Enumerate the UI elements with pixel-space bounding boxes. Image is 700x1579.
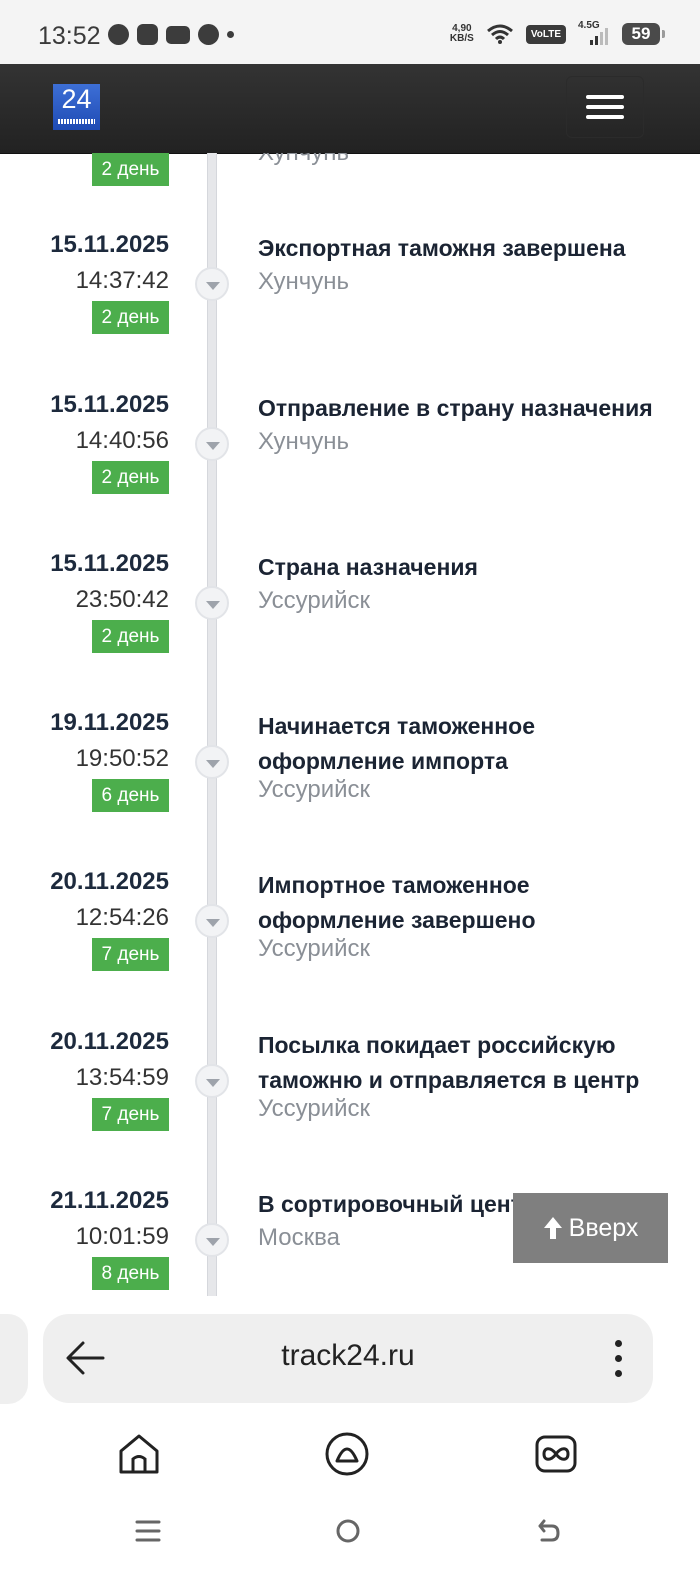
event-date: 21.11.2025 [50, 1187, 169, 1214]
event-location: Москва [258, 1224, 340, 1251]
event-time: 13:54:59 [75, 1064, 169, 1091]
more-menu-icon[interactable] [615, 1340, 623, 1380]
chevron-down-icon[interactable] [195, 745, 229, 779]
system-indicators: 4,90 KB/S VoLTE 4.5G 59 [449, 20, 665, 46]
chevron-down-icon[interactable] [195, 904, 229, 938]
timeline-event: 20.11.2025 13:54:59 7 день Посылка покид… [0, 1028, 700, 1178]
volte-badge: VoLTE [525, 24, 566, 44]
event-status: Начинается таможенное оформление импорта [258, 713, 535, 774]
timeline-event: 15.11.2025 23:50:42 2 день Страна назнач… [0, 550, 700, 700]
back-icon[interactable] [532, 1516, 562, 1546]
event-time: 14:37:42 [75, 267, 169, 294]
event-time: 10:01:59 [75, 1223, 169, 1250]
status-bar: 13:52 4,90 KB/S VoLTE 4.5G 59 [0, 0, 700, 64]
event-location: Уссурийск [258, 935, 371, 962]
url-text[interactable]: track24.ru [43, 1339, 653, 1373]
notification-icons [108, 24, 234, 45]
timeline-event: 20.11.2025 12:54:26 7 день Импортное там… [0, 868, 700, 1018]
event-status: Страна назначения [258, 554, 478, 580]
event-location: Уссурийск [258, 587, 371, 614]
message-icon [108, 24, 129, 45]
event-location: Хунчунь [258, 428, 349, 455]
more-notifications-icon [227, 31, 234, 38]
home-circle-icon[interactable] [333, 1516, 363, 1546]
event-time: 12:54:26 [75, 904, 169, 931]
event-location: Уссурийск [258, 1095, 371, 1122]
event-location: Хунчунь [258, 153, 349, 167]
event-status: Отправление в страну назначения [258, 395, 653, 421]
timeline-event: 19.11.2025 19:50:52 6 день Начинается та… [0, 709, 700, 859]
signal-indicator: 4.5G [578, 20, 610, 46]
event-date: 15.11.2025 [50, 231, 169, 258]
scroll-top-button[interactable]: Вверх [513, 1193, 668, 1263]
hamburger-menu-button[interactable] [566, 76, 644, 138]
address-bar[interactable]: track24.ru [43, 1314, 653, 1403]
site-logo[interactable]: 24 [53, 84, 100, 130]
signal-icon [590, 28, 608, 45]
shazam-icon [198, 24, 219, 45]
day-badge: 7 день [92, 938, 169, 971]
chevron-down-icon[interactable] [195, 586, 229, 620]
chevron-down-icon[interactable] [195, 1223, 229, 1257]
recent-apps-icon[interactable] [133, 1516, 163, 1546]
site-header: 24 [0, 64, 700, 154]
event-location: Хунчунь [258, 268, 349, 295]
menu-line-icon [586, 115, 624, 119]
event-time: 14:40:56 [75, 427, 169, 454]
chevron-down-icon[interactable] [195, 1064, 229, 1098]
event-time: 23:50:42 [75, 586, 169, 613]
day-badge: 2 день [92, 620, 169, 653]
youtube-icon [166, 25, 190, 44]
event-date: 20.11.2025 [50, 1028, 169, 1055]
status-time: 13:52 [38, 22, 101, 50]
event-status: Импортное таможенное оформление завершен… [258, 872, 536, 933]
battery-indicator: 59 [622, 23, 665, 45]
event-date: 20.11.2025 [50, 868, 169, 895]
timeline-event: 15.11.2025 14:40:56 2 день Отправление в… [0, 391, 700, 541]
home-icon[interactable] [116, 1431, 162, 1477]
arrow-up-icon [543, 1217, 562, 1239]
wifi-icon [486, 24, 513, 44]
event-date: 15.11.2025 [50, 550, 169, 577]
day-badge: 6 день [92, 779, 169, 812]
day-badge: 8 день [92, 1257, 169, 1290]
scroll-top-label: Вверх [568, 1213, 639, 1242]
timeline-event: 15.11.2025 14:37:42 2 день Экспортная та… [0, 231, 700, 381]
chevron-down-icon[interactable] [195, 427, 229, 461]
timeline-event-partial: 2 день Хунчунь [0, 153, 700, 233]
discord-icon [137, 24, 158, 45]
event-location: Уссурийск [258, 776, 371, 803]
event-time: 19:50:52 [75, 745, 169, 772]
menu-line-icon [586, 105, 624, 109]
tracking-timeline: 2 день Хунчунь 15.11.2025 14:37:42 2 ден… [0, 153, 700, 1313]
event-status: Экспортная таможня завершена [258, 235, 626, 261]
menu-line-icon [586, 95, 624, 99]
event-date: 19.11.2025 [50, 709, 169, 736]
logo-barcode-icon [58, 119, 95, 124]
event-date: 15.11.2025 [50, 391, 169, 418]
chevron-down-icon[interactable] [195, 267, 229, 301]
day-badge: 2 день [92, 461, 169, 494]
event-status: Посылка покидает российскую таможню и от… [258, 1032, 640, 1093]
day-badge: 2 день [92, 301, 169, 334]
tabs-infinity-icon[interactable] [533, 1431, 579, 1477]
day-badge: 2 день [92, 153, 169, 186]
alice-assistant-icon[interactable] [324, 1431, 370, 1477]
day-badge: 7 день [92, 1098, 169, 1131]
network-speed: 4,90 KB/S [449, 23, 474, 44]
browser-bottom-bar: track24.ru [0, 1296, 700, 1579]
previous-tab-card[interactable] [0, 1314, 28, 1404]
